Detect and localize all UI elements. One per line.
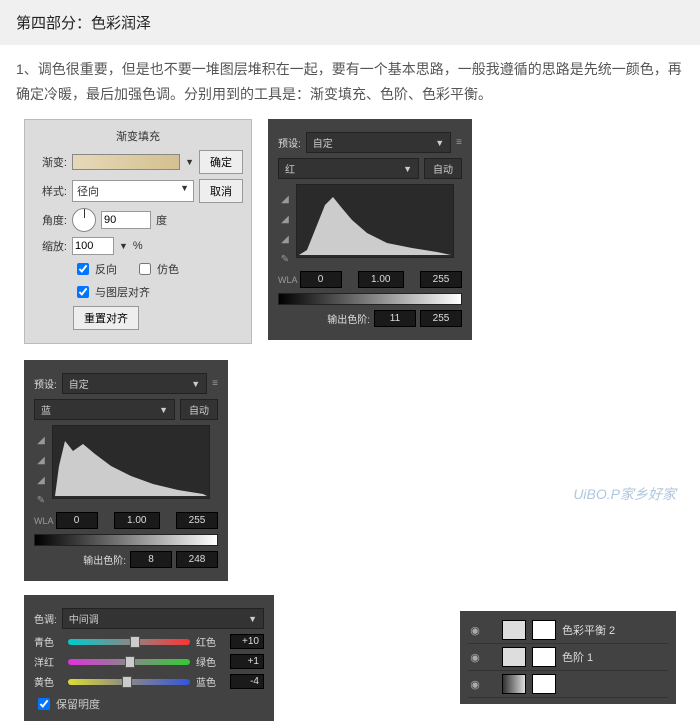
tone-label: 色调: xyxy=(34,611,57,626)
visibility-icon[interactable]: ◉ xyxy=(468,677,482,691)
blue-label: 蓝色 xyxy=(196,674,224,689)
magenta-green-slider[interactable] xyxy=(68,659,190,665)
visibility-icon[interactable]: ◉ xyxy=(468,650,482,664)
color-balance-panel: 色调: 中间调▼ 青色 红色 +10 洋红 绿色 +1 黄色 蓝色 -4 保留明… xyxy=(24,595,274,721)
blue-value[interactable]: -4 xyxy=(230,674,264,689)
preset-select[interactable]: 自定▼ xyxy=(306,132,451,153)
cyan-red-slider[interactable] xyxy=(68,639,190,645)
in-mid[interactable]: 1.00 xyxy=(358,271,404,288)
preserve-luminosity-checkbox[interactable]: 保留明度 xyxy=(34,695,264,713)
in-high[interactable]: 255 xyxy=(420,271,462,288)
layer-thumb[interactable] xyxy=(502,674,526,694)
angle-input[interactable] xyxy=(101,211,151,229)
pencil-icon[interactable]: ✎ xyxy=(278,252,292,266)
scale-unit: % xyxy=(133,240,143,252)
tone-select[interactable]: 中间调▼ xyxy=(62,608,264,629)
ok-button[interactable]: 确定 xyxy=(199,150,243,174)
histogram-red xyxy=(296,184,454,258)
panel-title: 渐变填充 xyxy=(33,128,243,144)
gradient-fill-panel: 渐变填充 渐变: ▼ 确定 样式: 径向 ▼ 取消 角度: 度 缩放: ▼ % … xyxy=(24,119,252,344)
in-mid[interactable]: 1.00 xyxy=(114,512,160,529)
magenta-label: 洋红 xyxy=(34,654,62,669)
section-title: 第四部分：色彩润泽 xyxy=(0,0,700,45)
out-high[interactable]: 248 xyxy=(176,551,218,568)
angle-dial[interactable] xyxy=(72,208,96,232)
auto-button[interactable]: 自动 xyxy=(180,399,218,420)
layer-mask[interactable] xyxy=(532,620,556,640)
layers-panel: ◉ 色彩平衡 2 ◉ 色阶 1 ◉ xyxy=(460,611,676,704)
menu-icon[interactable]: ≡ xyxy=(212,378,218,389)
auto-button[interactable]: 自动 xyxy=(424,158,462,179)
watermark-text: UiBO.P家乡好家 xyxy=(573,484,676,504)
green-value[interactable]: +1 xyxy=(230,654,264,669)
layer-thumb[interactable] xyxy=(502,620,526,640)
gradient-preview[interactable] xyxy=(72,154,180,170)
chevron-down-icon[interactable]: ▼ xyxy=(185,157,194,167)
layer-mask[interactable] xyxy=(532,647,556,667)
chevron-down-icon[interactable]: ▼ xyxy=(119,241,128,251)
layer-row[interactable]: ◉ 色彩平衡 2 xyxy=(468,617,668,644)
angle-unit: 度 xyxy=(156,212,167,228)
scale-label: 缩放: xyxy=(33,238,67,254)
style-label: 样式: xyxy=(33,183,67,199)
cancel-button[interactable]: 取消 xyxy=(199,179,243,203)
channel-select[interactable]: 红▼ xyxy=(278,158,419,179)
eyedropper-black-icon[interactable]: ◢ xyxy=(278,192,292,206)
yellow-label: 黄色 xyxy=(34,674,62,689)
cyan-label: 青色 xyxy=(34,634,62,649)
eyedropper-gray-icon[interactable]: ◢ xyxy=(278,212,292,226)
eyedropper-gray-icon[interactable]: ◢ xyxy=(34,453,48,467)
visibility-icon[interactable]: ◉ xyxy=(468,623,482,637)
align-checkbox[interactable]: 与图层对齐 xyxy=(73,283,150,301)
output-label: 输出色阶: xyxy=(83,552,126,567)
output-gradient[interactable] xyxy=(278,293,462,305)
wla-icon: WLA xyxy=(278,275,298,285)
gradient-label: 渐变: xyxy=(33,154,67,170)
reset-button[interactable]: 重置对齐 xyxy=(73,306,139,330)
yellow-blue-slider[interactable] xyxy=(68,679,190,685)
scale-input[interactable] xyxy=(72,237,114,255)
layer-row[interactable]: ◉ xyxy=(468,671,668,698)
eyedropper-black-icon[interactable]: ◢ xyxy=(34,433,48,447)
style-select[interactable]: 径向 ▼ xyxy=(72,180,194,202)
output-label: 输出色阶: xyxy=(327,311,370,326)
layer-mask[interactable] xyxy=(532,674,556,694)
eyedropper-white-icon[interactable]: ◢ xyxy=(34,473,48,487)
layer-row[interactable]: ◉ 色阶 1 xyxy=(468,644,668,671)
reverse-checkbox[interactable]: 反向 xyxy=(73,260,117,278)
preset-label: 预设: xyxy=(34,376,57,391)
layer-name: 色彩平衡 2 xyxy=(562,622,615,638)
eyedropper-white-icon[interactable]: ◢ xyxy=(278,232,292,246)
wla-icon: WLA xyxy=(34,516,54,526)
out-low[interactable]: 8 xyxy=(130,551,172,568)
layer-thumb[interactable] xyxy=(502,647,526,667)
menu-icon[interactable]: ≡ xyxy=(456,137,462,148)
in-low[interactable]: 0 xyxy=(300,271,342,288)
dither-checkbox[interactable]: 仿色 xyxy=(135,260,179,278)
preset-select[interactable]: 自定▼ xyxy=(62,373,207,394)
red-value[interactable]: +10 xyxy=(230,634,264,649)
layer-name: 色阶 1 xyxy=(562,649,593,665)
in-high[interactable]: 255 xyxy=(176,512,218,529)
histogram-blue xyxy=(52,425,210,499)
levels-panel-red: 预设: 自定▼ ≡ 红▼ 自动 ◢ ◢ ◢ ✎ WLA 0 1.00 255 xyxy=(268,119,472,340)
pencil-icon[interactable]: ✎ xyxy=(34,493,48,507)
out-high[interactable]: 255 xyxy=(420,310,462,327)
angle-label: 角度: xyxy=(33,212,67,228)
channel-select[interactable]: 蓝▼ xyxy=(34,399,175,420)
red-label: 红色 xyxy=(196,634,224,649)
preset-label: 预设: xyxy=(278,135,301,150)
green-label: 绿色 xyxy=(196,654,224,669)
output-gradient[interactable] xyxy=(34,534,218,546)
intro-text: 1、调色很重要，但是也不要一堆图层堆积在一起，要有一个基本思路，一般我遵循的思路… xyxy=(0,45,700,119)
out-low[interactable]: 11 xyxy=(374,310,416,327)
in-low[interactable]: 0 xyxy=(56,512,98,529)
levels-panel-blue: 预设: 自定▼ ≡ 蓝▼ 自动 ◢ ◢ ◢ ✎ WLA 0 1.00 255 xyxy=(24,360,228,581)
